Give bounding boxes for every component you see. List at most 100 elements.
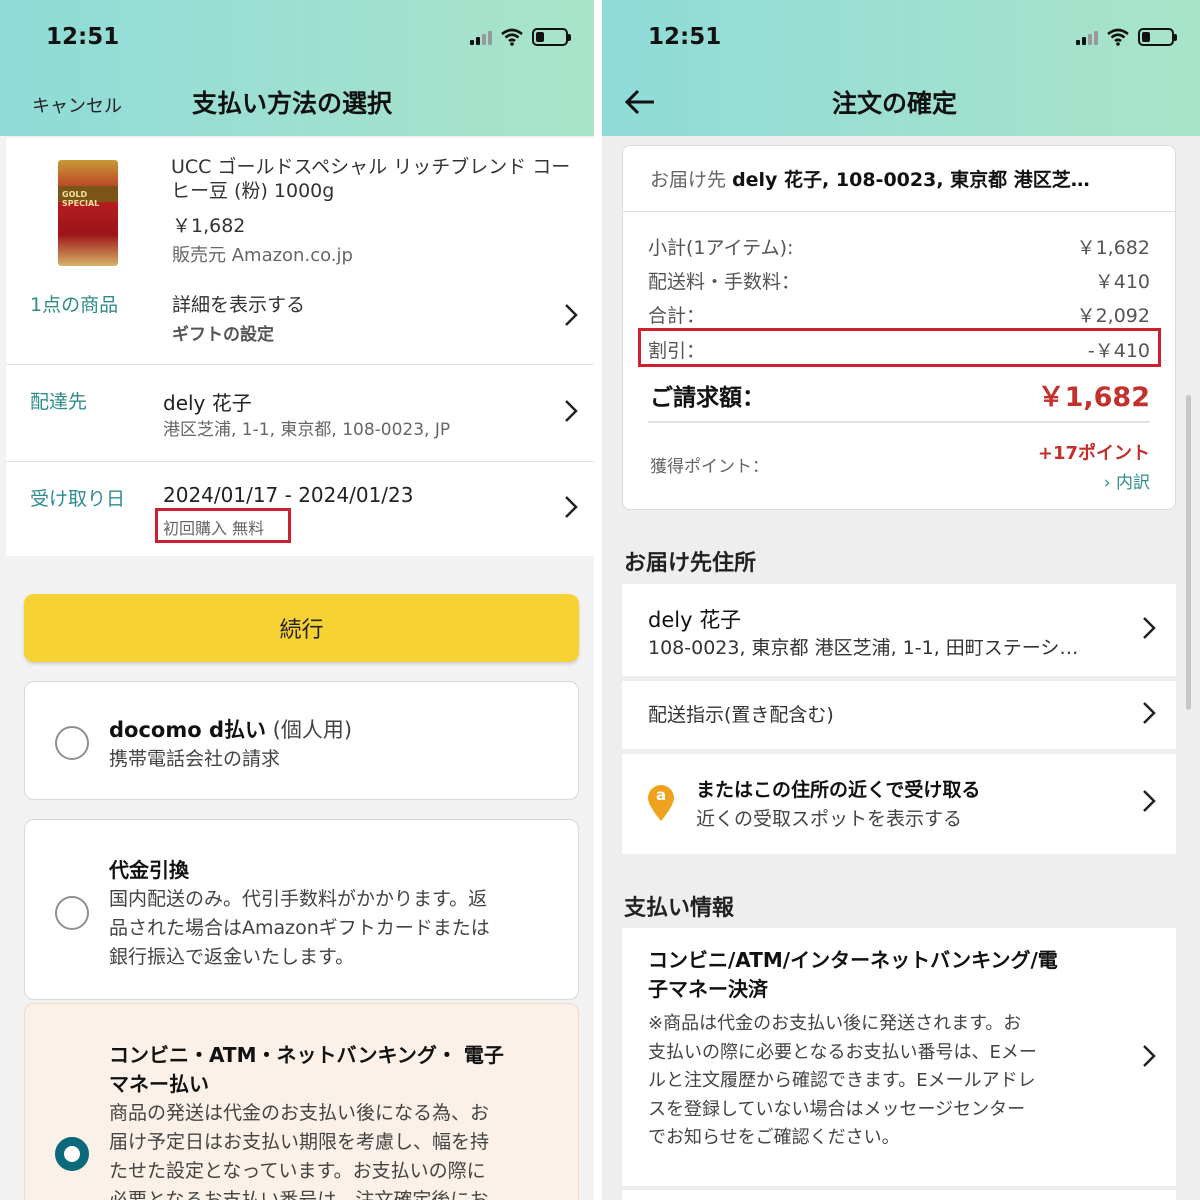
chevron-right-icon[interactable] <box>563 302 579 328</box>
receive-date-range[interactable]: 2024/01/17 - 2024/01/23 <box>163 483 413 507</box>
product-name-line: ヒー豆 (粉) 1000g <box>171 180 335 202</box>
delivery-name[interactable]: dely 花子 <box>163 387 252 416</box>
highlight-box <box>638 328 1161 367</box>
signal-icon <box>1076 29 1098 45</box>
items-count-label: 1点の商品 <box>30 294 119 316</box>
payment-note: ※商品は代金のお支払い後に発送されます。お 支払いの際に必要となるお支払い番号は… <box>648 1010 1037 1153</box>
chevron-right-icon[interactable] <box>1141 700 1157 726</box>
gift-settings-link[interactable]: ギフトの設定 <box>172 320 274 345</box>
shipping-label: 配送料・手数料： <box>648 271 801 293</box>
page-title: 支払い方法の選択 <box>192 89 393 118</box>
subtotal-value: ￥1,682 <box>1076 237 1150 259</box>
delivery-instructions-label: 配送指示(置き配含む) <box>648 704 834 726</box>
pickup-desc: 近くの受取スポットを表示する <box>696 808 963 830</box>
radio-button-selected[interactable] <box>55 1137 89 1171</box>
desc-line: 商品の発送は代金のお支払い後になる為、お <box>109 1102 490 1124</box>
product-seller: 販売元 Amazon.co.jp <box>172 245 353 266</box>
option-desc: 携帯電話会社の請求 <box>109 748 281 770</box>
ship-to-line[interactable]: お届け先 dely 花子, 108-0023, 東京都 港区芝… <box>650 165 1150 192</box>
method-line: コンビニ/ATM/インターネットバンキング/電 <box>648 948 1058 972</box>
subtotal-row: 小計(1アイテム): ￥1,682 <box>648 233 1150 260</box>
product-image: GOLD SPECIAL <box>58 160 118 266</box>
method-line: 子マネー決済 <box>648 977 768 1001</box>
header: 12:51 注文の確定 <box>602 0 1200 136</box>
payment-method: コンビニ/ATM/インターネットバンキング/電 子マネー決済 <box>648 946 1058 1004</box>
chevron-right-icon[interactable] <box>1141 1043 1157 1069</box>
divider <box>6 364 594 365</box>
continue-button[interactable]: 続行 <box>24 594 579 662</box>
product-name[interactable]: UCC ゴールドスペシャル リッチブレンド コー ヒー豆 (粉) 1000g <box>171 155 570 203</box>
desc-line: 必要となるお支払い番号は、注文確定後にお <box>109 1189 489 1200</box>
radio-button[interactable] <box>55 726 89 760</box>
desc-line: 国内配送のみ。代引手数料がかかります。返 <box>109 888 488 910</box>
product-name-line: UCC ゴールドスペシャル リッチブレンド コー <box>171 156 571 178</box>
payment-option-docomo[interactable]: docomo d払い (個人用) 携帯電話会社の請求 <box>24 681 579 800</box>
note-line: でお知らせをご確認ください。 <box>648 1127 900 1148</box>
chevron-right-icon[interactable] <box>1141 788 1157 814</box>
show-details-link[interactable]: 詳細を表示する <box>172 290 305 317</box>
note-line: スを登録していない場合はメッセージセンター <box>648 1098 1026 1120</box>
shipping-row: 配送料・手数料： ￥410 <box>648 267 1150 294</box>
desc-line: 銀行振込で返金いたします。 <box>109 946 355 968</box>
desc-line: 届け予定日はお支払い期限を考慮し、幅を持 <box>109 1131 490 1153</box>
address-line: 108-0023, 東京都 港区芝浦, 1-1, 田町ステーシ… <box>648 637 1079 659</box>
option-desc: 商品の発送は代金のお支払い後になる為、お 届け予定日はお支払い期限を考慮し、幅を… <box>109 1099 489 1200</box>
billing-label: ご請求額： <box>650 385 765 411</box>
pickup-title: またはこの住所の近くで受け取る <box>696 779 981 801</box>
note-line: ルと注文履歴から確認できます。Eメールアドレ <box>648 1070 1036 1091</box>
product-price: ￥1,682 <box>172 215 246 237</box>
address-name: dely 花子 <box>648 608 742 632</box>
total-label: 合計： <box>648 305 706 327</box>
battery-icon <box>1138 28 1177 46</box>
note-line: 支払いの際に必要となるお支払い番号は、Eメー <box>648 1041 1037 1063</box>
chevron-right-icon[interactable] <box>563 398 579 424</box>
billing-amount: ￥1,682 <box>1037 382 1150 413</box>
header: 12:51 キャンセル 支払い方法の選択 <box>0 0 594 136</box>
status-icons <box>1076 28 1177 46</box>
shipping-value: ￥410 <box>1094 271 1150 293</box>
page-title: 注文の確定 <box>832 89 958 118</box>
divider <box>648 421 1150 423</box>
chevron-right-icon[interactable] <box>563 494 579 520</box>
wifi-icon <box>501 28 523 46</box>
receive-date-label: 受け取り日 <box>30 488 126 510</box>
back-arrow-icon[interactable] <box>622 84 658 120</box>
next-card-edge <box>622 1190 1176 1200</box>
title-line: コンビニ・ATM・ネットバンキング・ 電子 <box>109 1043 504 1067</box>
payment-section-title: 支払い情報 <box>624 896 735 921</box>
breakdown-link[interactable]: › 内訳 <box>1060 468 1150 493</box>
battery-icon <box>532 28 571 46</box>
desc-line: たせた設定となっています。お支払いの際に <box>109 1160 486 1182</box>
total-row: 合計： ￥2,092 <box>648 301 1150 328</box>
cancel-button[interactable]: キャンセル <box>32 92 122 118</box>
total-value: ￥2,092 <box>1076 305 1150 327</box>
left-screen: 12:51 キャンセル 支払い方法の選択 GOLD SPECIAL UCC ゴー… <box>0 0 598 1200</box>
address-section-title: お届け先住所 <box>624 551 757 576</box>
chevron-small-icon: › <box>1103 473 1116 493</box>
ship-to-prefix: お届け先 <box>650 169 727 191</box>
payment-option-convenience[interactable]: コンビニ・ATM・ネットバンキング・ 電子 マネー払い 商品の発送は代金のお支払… <box>24 1003 579 1200</box>
breakdown-label: 内訳 <box>1116 473 1150 493</box>
divider <box>623 211 1175 212</box>
option-title: コンビニ・ATM・ネットバンキング・ 電子 マネー払い <box>109 1041 504 1099</box>
chevron-right-icon[interactable] <box>1141 615 1157 641</box>
status-icons <box>470 28 571 46</box>
signal-icon <box>470 29 492 45</box>
option-title: 代金引換 <box>109 858 189 882</box>
delivery-address[interactable]: 港区芝浦, 1-1, 東京都, 108-0023, JP <box>163 415 450 440</box>
pickup-icon-letter: a <box>655 786 667 804</box>
radio-button[interactable] <box>55 896 89 930</box>
title-line: マネー払い <box>109 1072 209 1096</box>
scrollbar[interactable] <box>1186 395 1191 710</box>
highlight-box <box>155 508 291 543</box>
note-line: ※商品は代金のお支払い後に発送されます。お <box>648 1013 1022 1034</box>
status-time: 12:51 <box>648 24 722 50</box>
desc-line: 品された場合はAmazonギフトカードまたは <box>109 917 490 939</box>
subtotal-label: 小計(1アイテム): <box>648 237 794 259</box>
payment-option-cod[interactable]: 代金引換 国内配送のみ。代引手数料がかかります。返 品された場合はAmazonギ… <box>24 819 579 1000</box>
wifi-icon <box>1107 28 1129 46</box>
ship-to-value: dely 花子, 108-0023, 東京都 港区芝… <box>732 169 1090 191</box>
option-desc: 国内配送のみ。代引手数料がかかります。返 品された場合はAmazonギフトカード… <box>109 885 490 972</box>
divider <box>6 461 594 462</box>
points-value: +17ポイント <box>1037 443 1150 464</box>
